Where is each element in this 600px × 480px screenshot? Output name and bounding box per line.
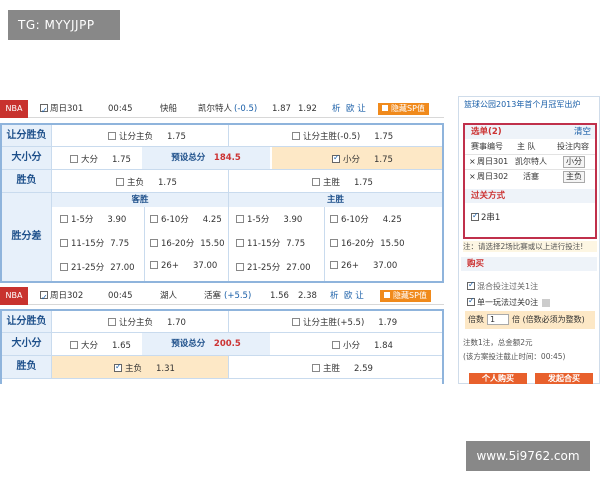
margin-away-option[interactable]: 26+ 37.00 — [150, 260, 217, 271]
preset-total: 预设总分 184.5 — [142, 147, 270, 169]
remove-selection-button[interactable]: × — [469, 155, 476, 169]
deadline-note: (该方案投注截止时间：00:45) — [463, 352, 566, 361]
margin-row: 胜分差 客胜 主胜 1-5分 3.90 6-10分 4.25 11-15分 7.75 … — [2, 193, 442, 281]
game-code[interactable]: 周日302 — [40, 287, 83, 307]
group-buy-button[interactable]: 发起合买 — [535, 373, 593, 384]
game-checkbox[interactable] — [40, 102, 48, 120]
multiple-input[interactable]: 1 — [487, 314, 509, 325]
hide-sp-button[interactable]: 隐藏SP值 — [380, 290, 431, 302]
selection-row: × 周日301 凯尔特人 小分 — [465, 154, 595, 168]
bet-choice[interactable]: 主负 — [563, 171, 585, 183]
home-win-heading: 主胜 — [229, 193, 442, 207]
row-label: 让分胜负 — [2, 311, 52, 332]
win-lose-home-option[interactable]: 主胜 2.59 — [312, 362, 373, 374]
win-lose-row: 胜负 主负 1.75 主胜 1.75 — [2, 170, 442, 193]
pass-header: 过关方式 — [465, 189, 595, 203]
handicap-away-option[interactable]: 让分主负 1.75 — [108, 130, 186, 142]
odds-link[interactable]: 欧 让 — [346, 100, 366, 118]
handicap-home-option[interactable]: 让分主胜(+5.5) 1.79 — [292, 316, 397, 328]
win-lose-away-option[interactable]: 主负1.31 — [52, 356, 228, 378]
win-lose-home-option[interactable]: 主胜 1.75 — [312, 176, 373, 188]
hide-sp-button[interactable]: 隐藏SP值 — [378, 103, 429, 115]
home-team: 活塞 — [204, 291, 222, 301]
row-label: 胜负 — [2, 356, 52, 378]
bet-choice[interactable]: 小分 — [563, 156, 585, 168]
odds-two: 1.92 — [298, 104, 317, 114]
game-time: 00:45 — [108, 104, 133, 114]
margin-home-option[interactable]: 1-5分 3.90 — [236, 213, 302, 225]
home-handicap: (+5.5) — [224, 291, 252, 301]
watermark-bottom: www.5i9762.com — [466, 441, 590, 471]
total-big-option[interactable]: 大分 1.65 — [70, 339, 131, 351]
total-big-option[interactable]: 大分 1.75 — [70, 153, 131, 165]
selection-box: 选单(2) 清空 赛事编号 主 队 投注内容 × 周日301 凯尔特人 小分 × … — [463, 123, 597, 239]
multiple-row: 倍数 1 倍 (倍数必须为整数) — [465, 311, 595, 329]
warning-note: 注：请选择2场比赛或以上进行投注! — [463, 241, 597, 252]
pass-option[interactable]: 2串1 — [471, 211, 500, 223]
margin-away-option[interactable]: 21-25分 27.00 — [60, 261, 135, 273]
win-lose-row: 胜负 主负1.31 主胜2.59 — [2, 356, 442, 379]
selection-row: × 周日302 活塞 主负 — [465, 169, 595, 183]
row-label: 大小分 — [2, 147, 52, 169]
margin-home-option[interactable]: 11-15分 7.75 — [236, 237, 305, 249]
margin-away-option[interactable]: 6-10分 4.25 — [150, 213, 222, 225]
away-win-heading: 客胜 — [52, 193, 228, 207]
total-row: 大小分 大分1.75 预设总分 184.5 小分1.75 — [2, 147, 442, 170]
lottery-screen: NBA 周日301 00:45 快船 凯尔特人 (-0.5) 1.87 1.92… — [0, 96, 600, 384]
win-lose-away-option[interactable]: 主负 1.75 — [116, 176, 177, 188]
margin-home-option[interactable]: 6-10分 4.25 — [330, 213, 402, 225]
total-small-option[interactable]: 小分1.75 — [272, 147, 442, 169]
minus-square-icon — [382, 105, 388, 111]
single-option[interactable]: 单一玩法过关0注 — [467, 296, 551, 308]
bet-slip-panel: 篮球公园2013年首个月冠军出炉 选单(2) 清空 赛事编号 主 队 投注内容 ×… — [458, 96, 600, 384]
row-label: 让分胜负 — [2, 125, 52, 146]
watermark-top: TG: MYYJJPP — [8, 10, 120, 40]
minus-square-icon — [384, 292, 390, 298]
margin-away-option[interactable]: 11-15分 7.75 — [60, 237, 129, 249]
preset-total: 预设总分 200.5 — [142, 333, 270, 355]
league-badge: NBA — [0, 100, 28, 118]
away-team: 湖人 — [160, 291, 178, 301]
selection-header: 选单(2) 清空 — [465, 125, 595, 139]
margin-away-option[interactable]: 16-20分 15.50 — [150, 237, 225, 249]
remove-selection-button[interactable]: × — [469, 170, 476, 184]
analysis-link[interactable]: 析 — [332, 100, 341, 118]
odds-one: 1.87 — [272, 104, 291, 114]
row-label: 胜分差 — [2, 193, 52, 281]
league-badge: NBA — [0, 287, 28, 305]
handicap-home-option[interactable]: 让分主胜(-0.5) 1.75 — [292, 130, 393, 142]
game-header: NBA 周日301 00:45 快船 凯尔特人 (-0.5) 1.87 1.92… — [0, 100, 444, 120]
analysis-link[interactable]: 析 — [330, 287, 339, 305]
odds-two: 2.38 — [298, 291, 317, 301]
game-grid: 让分胜负 让分主负 1.70 让分主胜(+5.5) 1.79 大小分 大分 1.65 … — [0, 309, 444, 384]
home-handicap: (-0.5) — [234, 104, 258, 114]
bet-summary: 注数1注，总金额2元 — [463, 338, 533, 347]
promo-link[interactable]: 篮球公园2013年首个月冠军出炉 — [464, 99, 580, 110]
game-checkbox[interactable] — [40, 289, 48, 307]
total-small-option[interactable]: 小分 1.84 — [332, 339, 393, 351]
row-label: 胜负 — [2, 170, 52, 192]
handicap-row: 让分胜负 让分主负 1.75 让分主胜(-0.5) 1.75 — [2, 125, 442, 147]
game-code[interactable]: 周日301 — [40, 100, 83, 120]
home-team: 凯尔特人 — [198, 104, 233, 114]
row-label: 大小分 — [2, 333, 52, 355]
handicap-row: 让分胜负 让分主负 1.70 让分主胜(+5.5) 1.79 — [2, 311, 442, 333]
clear-button[interactable]: 清空 — [574, 125, 591, 139]
buy-header: 购买 — [461, 257, 597, 271]
personal-buy-button[interactable]: 个人购买 — [469, 373, 527, 384]
margin-home-option[interactable]: 21-25分 27.00 — [236, 261, 311, 273]
odds-link[interactable]: 欧 让 — [344, 287, 364, 305]
margin-away-option[interactable]: 1-5分 3.90 — [60, 213, 126, 225]
margin-home-option[interactable]: 16-20分 15.50 — [330, 237, 405, 249]
selection-table-header: 赛事编号 主 队 投注内容 — [471, 142, 589, 151]
margin-home-option[interactable]: 26+ 37.00 — [330, 260, 397, 271]
mixed-option[interactable]: 混合投注过关1注 — [467, 280, 538, 292]
away-team: 快船 — [160, 104, 178, 114]
game-grid: 让分胜负 让分主负 1.75 让分主胜(-0.5) 1.75 大小分 大分 1.75 … — [0, 123, 444, 283]
game-time: 00:45 — [108, 291, 133, 301]
total-row: 大小分 大分 1.65 预设总分 200.5 小分 1.84 — [2, 333, 442, 356]
game-header: NBA 周日302 00:45 湖人 活塞 (+5.5) 1.56 2.38 析… — [0, 287, 444, 307]
odds-one: 1.56 — [270, 291, 289, 301]
handicap-away-option[interactable]: 让分主负 1.70 — [108, 316, 186, 328]
